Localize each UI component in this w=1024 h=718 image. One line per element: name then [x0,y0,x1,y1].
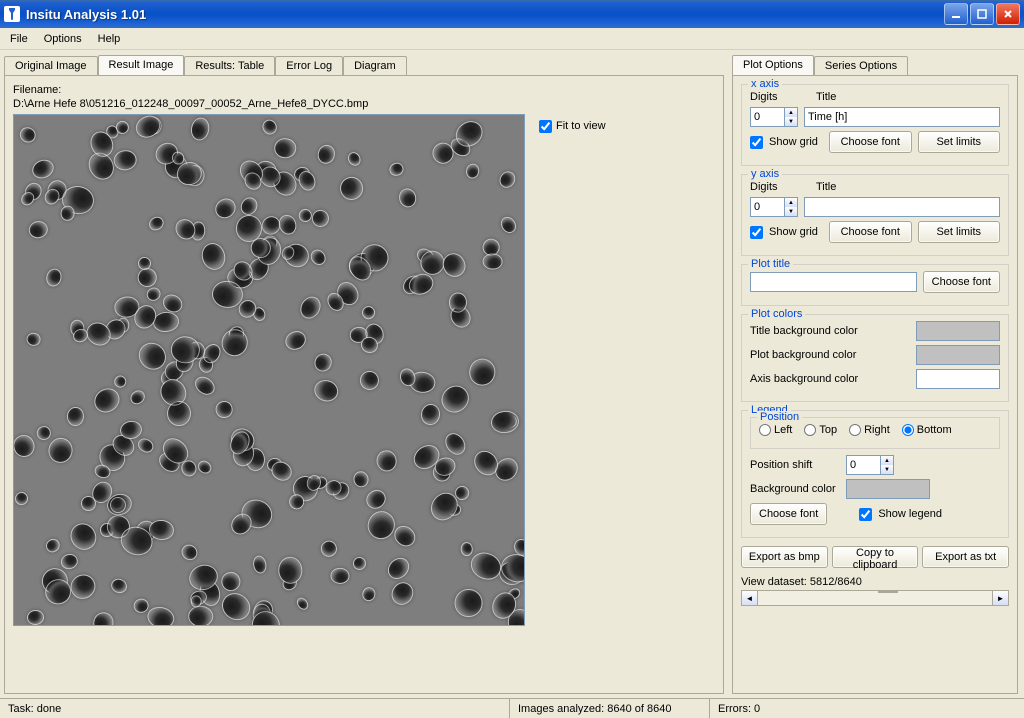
xaxis-showgrid-checkbox[interactable] [750,136,763,149]
xaxis-title-input[interactable] [804,107,1000,127]
legend-pos-left-radio[interactable] [759,424,771,436]
legend-bg-label: Background color [750,483,840,495]
export-bmp-button[interactable]: Export as bmp [741,546,828,568]
fit-to-view-label: Fit to view [556,120,606,132]
tab-original-image[interactable]: Original Image [4,56,98,75]
tab-result-image[interactable]: Result Image [98,55,185,75]
legend-pos-top-label: Top [819,424,837,436]
right-panel: x axis Digits Title ▲▼ [732,75,1018,694]
legend-choosefont-button[interactable]: Choose font [750,503,827,525]
legend-show-checkbox[interactable] [859,508,872,521]
copy-clipboard-button[interactable]: Copy to clipboard [832,546,919,568]
yaxis-showgrid-label: Show grid [769,226,823,238]
xaxis-title-label: Title [816,91,1000,103]
minimize-button[interactable] [944,3,968,25]
scroll-left-icon[interactable]: ◄ [742,591,758,605]
spinner-down-icon[interactable]: ▼ [785,117,797,126]
plottitle-legend: Plot title [748,258,793,270]
spinner-down-icon[interactable]: ▼ [785,207,797,216]
yaxis-digits-label: Digits [750,181,810,193]
plotbg-label: Plot background color [750,349,910,361]
legend-bg-swatch[interactable] [846,479,930,499]
yaxis-legend: y axis [748,168,782,180]
tab-plot-options[interactable]: Plot Options [732,55,814,75]
right-tabs: Plot Options Series Options [732,55,1018,76]
legend-show-label: Show legend [878,508,942,520]
yaxis-showgrid-checkbox[interactable] [750,226,763,239]
legend-pos-bottom-radio[interactable] [902,424,914,436]
legend-pos-top-radio[interactable] [804,424,816,436]
legend-shift-label: Position shift [750,459,840,471]
plotcolors-group: Plot colors Title background color Plot … [741,314,1009,402]
dataset-scrollbar[interactable]: ◄ ► [741,590,1009,606]
xaxis-digits-label: Digits [750,91,810,103]
spinner-down-icon[interactable]: ▼ [881,465,893,474]
tab-results-table[interactable]: Results: Table [184,56,275,75]
xaxis-showgrid-label: Show grid [769,136,823,148]
yaxis-digits-spinner[interactable]: ▲▼ [750,197,798,217]
menu-help[interactable]: Help [90,31,129,47]
axisbg-swatch[interactable] [916,369,1000,389]
fit-to-view-checkbox[interactable] [539,120,552,133]
plottitle-choosefont-button[interactable]: Choose font [923,271,1000,293]
scroll-thumb[interactable] [878,591,898,593]
status-errors: Errors: 0 [710,699,1024,718]
xaxis-choosefont-button[interactable]: Choose font [829,131,912,153]
spinner-up-icon[interactable]: ▲ [881,456,893,465]
tab-error-log[interactable]: Error Log [275,56,343,75]
spinner-up-icon[interactable]: ▲ [785,198,797,207]
legend-group: Legend Position Left Top Right [741,410,1009,538]
dataset-label: View dataset: 5812/8640 [741,576,1009,588]
legend-position-legend: Position [757,411,802,423]
tab-series-options[interactable]: Series Options [814,56,908,75]
spinner-up-icon[interactable]: ▲ [785,108,797,117]
yaxis-title-input[interactable] [804,197,1000,217]
statusbar: Task: done Images analyzed: 8640 of 8640… [0,698,1024,718]
tab-diagram[interactable]: Diagram [343,56,407,75]
menu-file[interactable]: File [2,31,36,47]
plottitle-input[interactable] [750,272,917,292]
plottitle-group: Plot title Choose font [741,264,1009,306]
left-panel: Filename: D:\Arne Hefe 8\051216_012248_0… [4,75,724,694]
xaxis-digits-input[interactable] [750,107,784,127]
result-image [13,114,525,626]
menubar: File Options Help [0,28,1024,50]
titlebar: Insitu Analysis 1.01 [0,0,1024,28]
yaxis-choosefont-button[interactable]: Choose font [829,221,912,243]
yaxis-title-label: Title [816,181,1000,193]
legend-pos-left-label: Left [774,424,792,436]
legend-position-group: Position Left Top Right Bottom [750,417,1000,449]
titlebg-label: Title background color [750,325,910,337]
filename-label: Filename: [13,84,715,96]
scroll-right-icon[interactable]: ► [992,591,1008,605]
yaxis-group: y axis Digits Title ▲▼ [741,174,1009,256]
xaxis-setlimits-button[interactable]: Set limits [918,131,1001,153]
close-button[interactable] [996,3,1020,25]
legend-shift-input[interactable] [846,455,880,475]
status-task: Task: done [0,699,510,718]
window-title: Insitu Analysis 1.01 [26,7,944,22]
legend-pos-right-radio[interactable] [849,424,861,436]
filename-path: D:\Arne Hefe 8\051216_012248_00097_00052… [13,98,715,110]
yaxis-digits-input[interactable] [750,197,784,217]
plotcolors-legend: Plot colors [748,308,805,320]
plotbg-swatch[interactable] [916,345,1000,365]
window-controls [944,3,1020,25]
axisbg-label: Axis background color [750,373,910,385]
xaxis-digits-spinner[interactable]: ▲▼ [750,107,798,127]
menu-options[interactable]: Options [36,31,90,47]
titlebg-swatch[interactable] [916,321,1000,341]
yaxis-setlimits-button[interactable]: Set limits [918,221,1001,243]
xaxis-group: x axis Digits Title ▲▼ [741,84,1009,166]
export-txt-button[interactable]: Export as txt [922,546,1009,568]
legend-pos-right-label: Right [864,424,890,436]
xaxis-legend: x axis [748,78,782,90]
left-tabs: Original Image Result Image Results: Tab… [4,55,724,76]
maximize-button[interactable] [970,3,994,25]
status-analyzed: Images analyzed: 8640 of 8640 [510,699,710,718]
app-icon [4,6,20,22]
legend-shift-spinner[interactable]: ▲▼ [846,455,894,475]
legend-pos-bottom-label: Bottom [917,424,952,436]
